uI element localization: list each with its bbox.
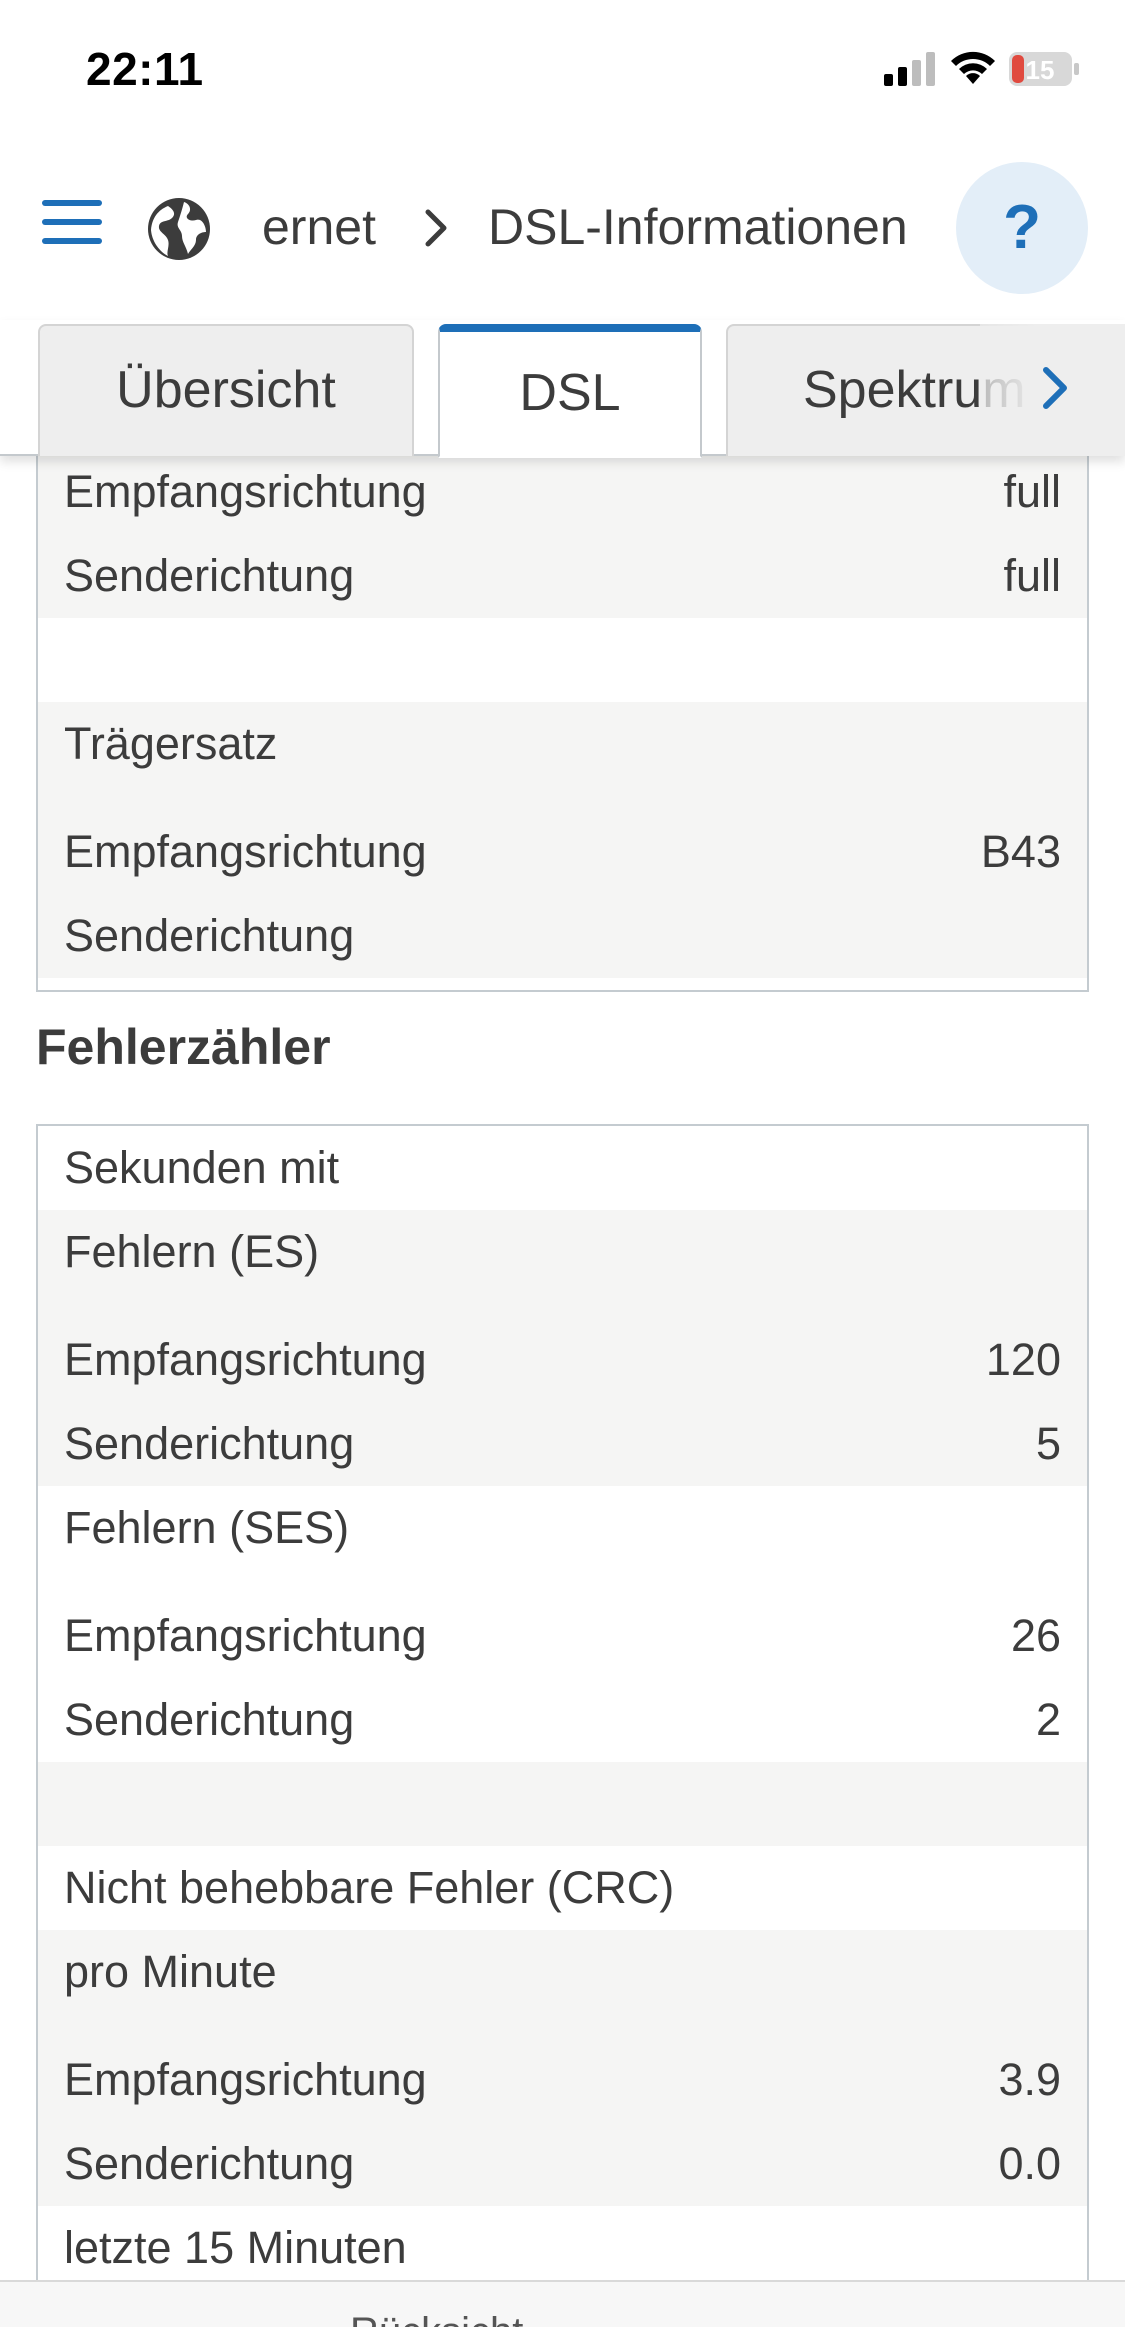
- table-row: pro Minute: [38, 1930, 1087, 2038]
- hamburger-icon-line: [42, 219, 102, 225]
- row-value: B43: [980, 826, 1061, 877]
- row-value: 26: [1010, 1610, 1061, 1661]
- table-modulation: Empfangsrichtung full Senderichtung full…: [36, 450, 1089, 992]
- table-row: Senderichtung full: [38, 534, 1087, 618]
- row-label: Sekunden mit: [64, 1142, 340, 1193]
- row-label: Empfangsrichtung: [64, 1334, 427, 1385]
- tab-label: Übersicht: [116, 361, 336, 419]
- row-value: 120: [985, 1334, 1061, 1385]
- status-bar: 22:11 15: [0, 0, 1125, 140]
- row-label: Senderichtung: [64, 910, 355, 961]
- table-row: Trägersatz: [38, 702, 1087, 810]
- tab-uebersicht[interactable]: Übersicht: [38, 324, 414, 456]
- table-row: Empfangsrichtung 3.9: [38, 2038, 1087, 2122]
- table-row: Empfangsrichtung 26: [38, 1594, 1087, 1678]
- bottom-bar-text: Rücksicht...: [350, 2310, 557, 2327]
- menu-button[interactable]: [42, 200, 102, 248]
- next-tab-button[interactable]: [980, 324, 1125, 452]
- row-value: full: [1003, 466, 1061, 517]
- row-label: Trägersatz: [64, 718, 278, 769]
- row-value: 5: [1035, 1418, 1061, 1469]
- battery-icon: 15: [1009, 52, 1079, 86]
- row-value: 0.0: [998, 2138, 1061, 2189]
- row-label: Fehlern (ES): [64, 1226, 320, 1277]
- row-value: full: [1003, 550, 1061, 601]
- tab-dsl[interactable]: DSL: [438, 324, 702, 458]
- help-button[interactable]: ?: [956, 162, 1088, 294]
- row-label: Senderichtung: [64, 2138, 355, 2189]
- chevron-right-icon: [1043, 367, 1067, 409]
- row-value: 2: [1035, 1694, 1061, 1745]
- globe-icon[interactable]: [146, 196, 212, 262]
- table-row: Senderichtung: [38, 894, 1087, 978]
- chevron-right-icon: [425, 209, 447, 247]
- table-row: Empfangsrichtung B43: [38, 810, 1087, 894]
- section-title-fehlerzaehler: Fehlerzähler: [36, 1019, 331, 1075]
- row-label: Fehlern (SES): [64, 1502, 350, 1553]
- row-label: Empfangsrichtung: [64, 466, 427, 517]
- row-label: Empfangsrichtung: [64, 826, 427, 877]
- row-label: Empfangsrichtung: [64, 2054, 427, 2105]
- table-fehlerzaehler: Sekunden mit Fehlern (ES) Empfangsrichtu…: [36, 1124, 1089, 2327]
- table-row: Empfangsrichtung 120: [38, 1318, 1087, 1402]
- header: ernet DSL-Informationen ?: [0, 140, 1125, 320]
- hamburger-icon-line: [42, 238, 102, 244]
- table-row: letzte 15 Minuten: [38, 2206, 1087, 2290]
- table-row-spacer: [38, 1762, 1087, 1846]
- row-label: Empfangsrichtung: [64, 1610, 427, 1661]
- table-row: Sekunden mit: [38, 1126, 1087, 1210]
- table-row: Fehlern (ES): [38, 1210, 1087, 1318]
- table-row: Nicht behebbare Fehler (CRC): [38, 1846, 1087, 1930]
- table-row: Senderichtung 5: [38, 1402, 1087, 1486]
- help-icon: ?: [1003, 193, 1041, 262]
- tab-bar: Übersicht DSL Spektrum: [0, 320, 1125, 458]
- page-title: DSL-Informationen: [488, 199, 908, 255]
- table-row: Fehlern (SES): [38, 1486, 1087, 1594]
- breadcrumb-home[interactable]: ernet: [262, 198, 376, 256]
- tab-label: DSL: [519, 364, 621, 422]
- status-time: 22:11: [86, 43, 204, 95]
- row-label: Nicht behebbare Fehler (CRC): [64, 1862, 675, 1913]
- wifi-icon: [951, 51, 995, 84]
- row-label: Senderichtung: [64, 550, 355, 601]
- row-label: Senderichtung: [64, 1418, 355, 1469]
- row-value: 3.9: [998, 2054, 1061, 2105]
- hamburger-icon-line: [42, 200, 102, 206]
- row-label: letzte 15 Minuten: [64, 2222, 407, 2273]
- bottom-bar[interactable]: Rücksicht...: [0, 2280, 1125, 2327]
- row-label: Senderichtung: [64, 1694, 355, 1745]
- cellular-signal-icon: [884, 52, 935, 86]
- table-row-spacer: [38, 618, 1087, 702]
- table-row: Empfangsrichtung full: [38, 450, 1087, 534]
- row-label: pro Minute: [64, 1946, 277, 1997]
- table-row: Senderichtung 2: [38, 1678, 1087, 1762]
- battery-level: 15: [1026, 55, 1055, 85]
- table-row: Senderichtung 0.0: [38, 2122, 1087, 2206]
